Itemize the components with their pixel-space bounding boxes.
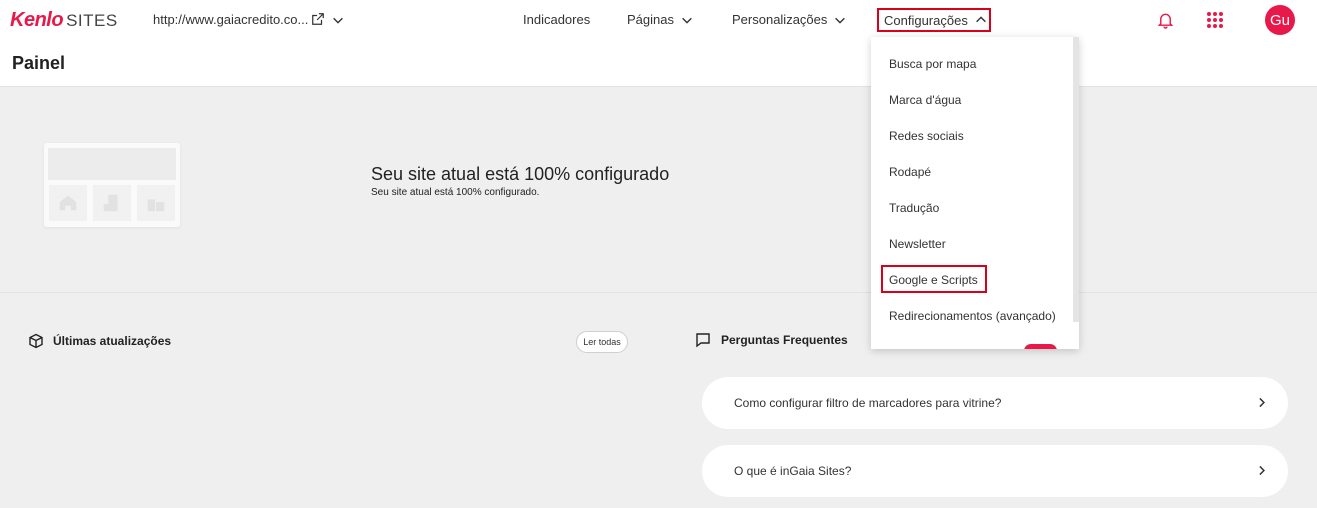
status-banner: Seu site atual está 100% configurado Seu… (0, 87, 1317, 293)
logo-brand: Kenlo (10, 9, 64, 31)
faq-question: O que é inGaia Sites? (734, 464, 852, 478)
menu-item-google-e-scripts[interactable]: Google e Scripts (889, 273, 978, 287)
faq-title: Perguntas Frequentes (721, 333, 848, 347)
building-icon (93, 185, 131, 221)
chevron-right-icon (1259, 397, 1265, 408)
nav-personalizacoes-label: Personalizações (732, 12, 828, 27)
site-url[interactable]: http://www.gaiacredito.co... (153, 12, 308, 27)
avatar[interactable]: Gu (1265, 5, 1295, 35)
chevron-up-icon (975, 16, 986, 23)
faq-item[interactable]: Como configurar filtro de marcadores par… (702, 377, 1288, 429)
config-dropdown-menu: Busca por mapa Marca d'água Redes sociai… (871, 37, 1079, 349)
logo-product: SITES (66, 11, 118, 30)
chevron-down-icon[interactable] (331, 13, 345, 27)
chevron-down-icon (682, 17, 692, 24)
site-illustration (44, 143, 180, 227)
house-icon (49, 185, 87, 221)
menu-item-redes-sociais[interactable]: Redes sociais (889, 129, 964, 143)
menu-item-redirecionamentos[interactable]: Redirecionamentos (avançado) (889, 309, 1056, 323)
nav-personalizacoes[interactable]: Personalizações (732, 12, 847, 27)
faq-question: Como configurar filtro de marcadores par… (734, 396, 1002, 410)
box-icon (29, 333, 43, 349)
dropdown-scrollbar[interactable] (1073, 37, 1079, 322)
read-all-button[interactable]: Ler todas (576, 331, 628, 353)
nav-configuracoes[interactable]: Configurações (877, 8, 991, 32)
external-link-icon[interactable] (311, 12, 325, 26)
apartment-icon (137, 185, 175, 221)
nav-indicadores[interactable]: Indicadores (523, 12, 590, 27)
page-header: Painel (0, 40, 1317, 87)
new-badge (1024, 344, 1057, 349)
faq-heading: Perguntas Frequentes (695, 332, 848, 348)
nav-paginas[interactable]: Páginas (627, 12, 694, 27)
chevron-right-icon (1259, 465, 1265, 476)
nav-indicadores-label: Indicadores (523, 12, 591, 27)
nav-paginas-label: Páginas (627, 12, 674, 27)
chevron-down-icon (835, 17, 846, 24)
illustration-header-block (48, 148, 176, 180)
chat-bubble-icon (696, 333, 710, 348)
top-navigation-bar: Kenlo SITES http://www.gaiacredito.co...… (0, 0, 1317, 40)
bell-icon[interactable] (1157, 11, 1174, 29)
page-title: Painel (12, 53, 66, 73)
kenlo-sites-logo[interactable]: Kenlo SITES (10, 9, 118, 32)
menu-item-rodape[interactable]: Rodapé (889, 165, 931, 179)
menu-item-traducao[interactable]: Tradução (889, 201, 939, 215)
menu-item-busca-por-mapa[interactable]: Busca por mapa (889, 57, 976, 71)
banner-title: Seu site atual está 100% configurado (371, 164, 670, 184)
latest-updates-heading: Últimas atualizações (28, 333, 171, 349)
nav-configuracoes-label: Configurações (884, 12, 968, 28)
apps-grid-icon[interactable] (1207, 12, 1223, 28)
menu-item-newsletter[interactable]: Newsletter (889, 237, 946, 251)
banner-subtitle: Seu site atual está 100% configurado. (371, 187, 540, 198)
faq-item[interactable]: O que é inGaia Sites? (702, 445, 1288, 497)
latest-updates-title: Últimas atualizações (53, 334, 172, 348)
menu-item-marca-dagua[interactable]: Marca d'água (889, 93, 961, 107)
